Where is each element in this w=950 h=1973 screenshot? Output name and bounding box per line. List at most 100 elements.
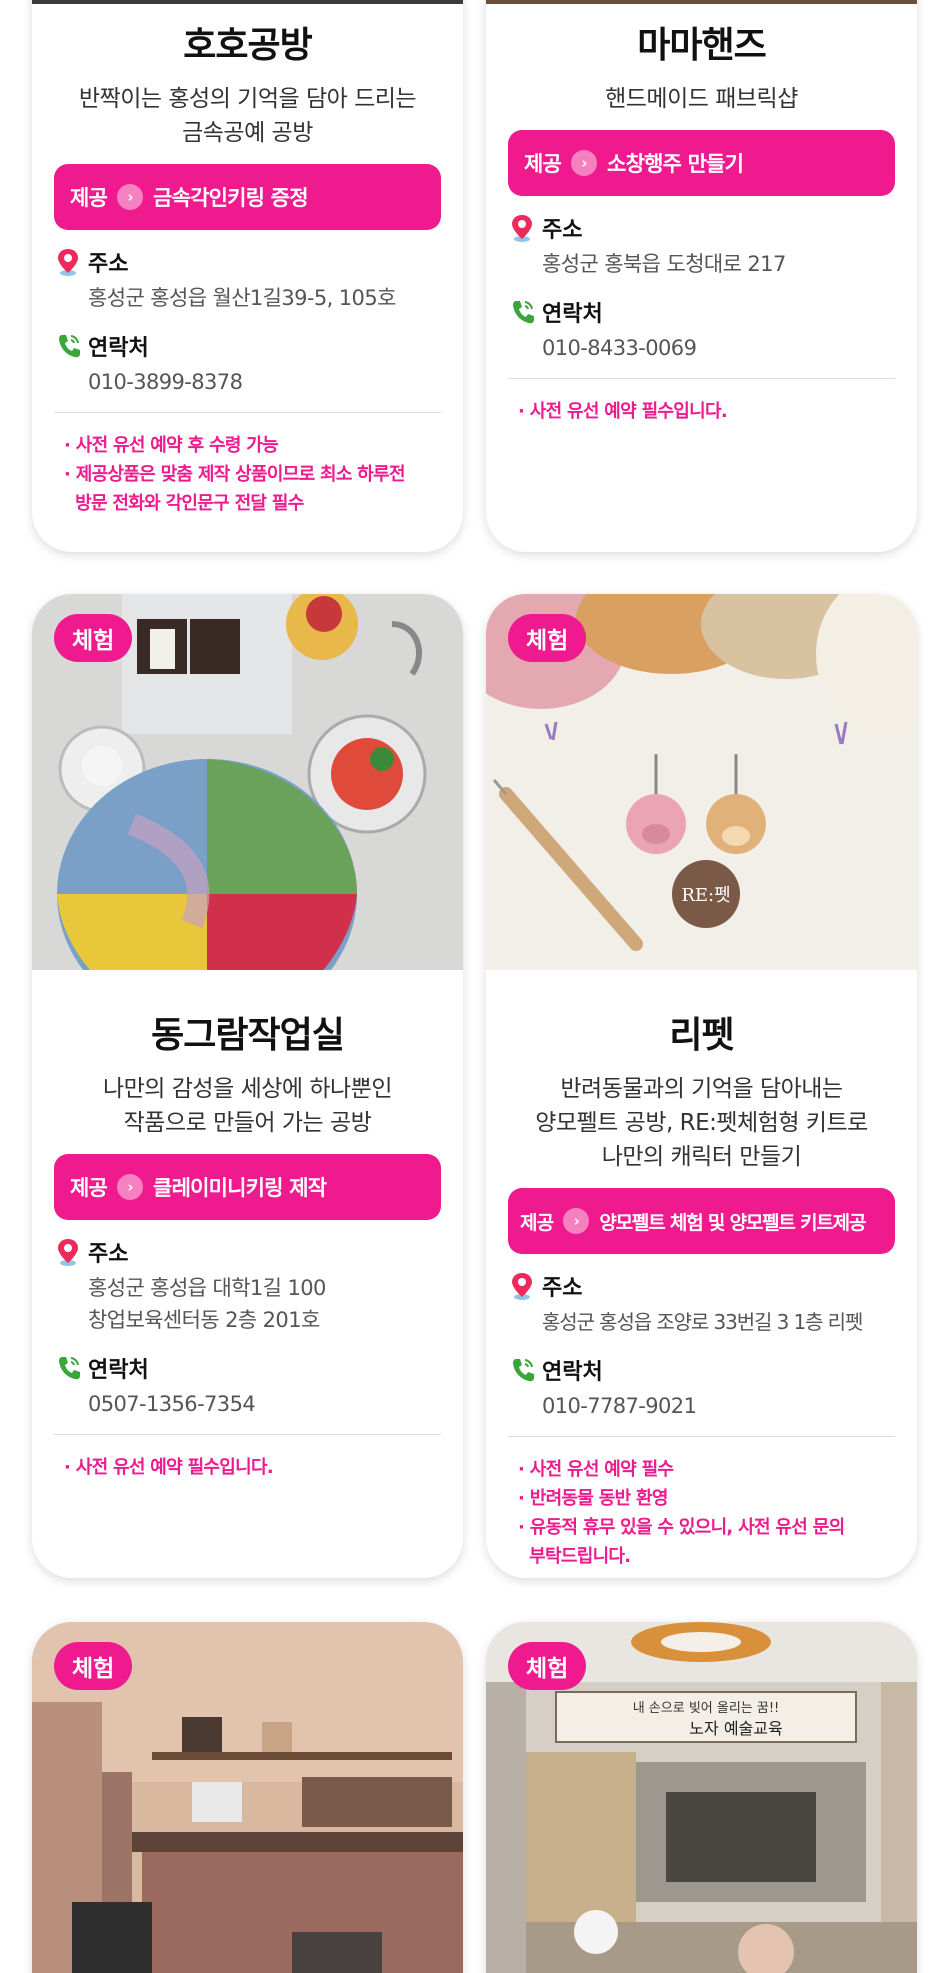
address-section: 주소 홍성군 홍성읍 대학1길 100 창업보육센터동 2층 201호 — [54, 1236, 441, 1336]
shop-title: 호호공방 — [183, 25, 312, 66]
note-item: 부탁드립니다. — [518, 1546, 631, 1567]
divider — [508, 378, 895, 379]
chevron-right-icon: › — [571, 150, 598, 176]
contact-label: 연락처 — [88, 1358, 149, 1383]
contact-value[interactable]: 0507-1356-7354 — [88, 1388, 441, 1420]
location-pin-icon — [512, 215, 532, 242]
shop-description: 핸드메이드 패브릭샵 — [508, 82, 895, 116]
shop-card-repet[interactable]: RE:펫 체험 리펫 반려동물과의 기억을 담아내는 양모펠트 공방, RE:펫… — [486, 594, 917, 1578]
shop-description: 반짝이는 홍성의 기억을 담아 드리는 금속공예 공방 — [54, 82, 441, 150]
contact-section: 연락처 010-8433-0069 — [508, 296, 895, 364]
divider — [508, 1436, 895, 1437]
contact-label: 연락처 — [88, 336, 149, 361]
note-item: · 사전 유선 예약 필수 — [518, 1459, 674, 1480]
offer-banner: 제공 › 금속각인키링 증정 — [54, 164, 441, 230]
shop-photo: 체험 — [32, 594, 463, 970]
phone-icon — [59, 1357, 80, 1380]
banner-text-line: 노자 예술교육 — [689, 1719, 782, 1738]
contact-section: 연락처 010-7787-9021 — [508, 1354, 895, 1422]
chevron-right-icon: › — [117, 1174, 144, 1200]
divider — [54, 1434, 441, 1435]
notes: · 사전 유선 예약 필수입니다. — [508, 397, 895, 426]
offer-text: 소창행주 만들기 — [607, 152, 744, 176]
photo-strip — [32, 0, 463, 4]
address-section: 주소 홍성군 홍성읍 월산1길39-5, 105호 — [54, 246, 441, 314]
shop-card-donggeuram[interactable]: 체험 동그람작업실 나만의 감성을 세상에 하나뿐인 작품으로 만들어 가는 공… — [32, 594, 463, 1578]
desc-line: 핸드메이드 패브릭샵 — [605, 86, 798, 112]
banner-text-line: 내 손으로 빚어 올리는 꿈!! — [633, 1701, 780, 1716]
desc-line: 나만의 캐릭터 만들기 — [601, 1144, 802, 1170]
location-pin-icon — [58, 249, 78, 276]
shop-card-6[interactable]: 내 손으로 빚어 올리는 꿈!! 노자 예술교육 체험 — [486, 1622, 917, 1973]
phone-icon — [59, 335, 80, 358]
note-item: · 반려동물 동반 환영 — [518, 1488, 668, 1509]
shop-photo: RE:펫 체험 — [486, 594, 917, 970]
offer-label: 제공 — [70, 1176, 108, 1200]
contact-value[interactable]: 010-8433-0069 — [542, 332, 895, 364]
note-item: · 사전 유선 예약 필수입니다. — [64, 1457, 274, 1478]
phone-icon — [513, 301, 534, 324]
desc-line: 반짝이는 홍성의 기억을 담아 드리는 — [78, 86, 417, 112]
location-pin-icon — [512, 1273, 532, 1300]
repet-logo-text: RE:펫 — [681, 885, 730, 906]
address-label: 주소 — [542, 1276, 583, 1301]
offer-text: 클레이미니키링 제작 — [153, 1176, 327, 1200]
address-section: 주소 홍성군 홍성읍 조양로 33번길 3 1층 리펫 — [508, 1270, 895, 1338]
contact-label: 연락처 — [542, 302, 603, 327]
shop-card-5[interactable]: 체험 — [32, 1622, 463, 1973]
shop-title: 리펫 — [669, 1015, 734, 1056]
shop-card-mamahands[interactable]: 마마핸즈 핸드메이드 패브릭샵 제공 › 소창행주 만들기 주소 홍성군 홍북읍… — [486, 0, 917, 552]
offer-label: 제공 — [520, 1211, 554, 1234]
shop-photo: 체험 — [32, 1622, 463, 1973]
address-label: 주소 — [88, 252, 129, 277]
notes: · 사전 유선 예약 후 수령 가능 · 제공상품은 맞춤 제작 상품이므로 최… — [54, 431, 441, 518]
experience-tag: 체험 — [508, 1642, 587, 1690]
desc-line: 양모펠트 공방, RE:펫체험형 키트로 — [535, 1110, 868, 1136]
desc-line: 나만의 감성을 세상에 하나뿐인 — [102, 1076, 393, 1102]
address-value: 홍성군 홍성읍 월산1길39-5, 105호 — [88, 286, 396, 310]
note-item: · 유동적 휴무 있을 수 있으니, 사전 유선 문의 — [518, 1517, 845, 1538]
note-item: 방문 전화와 각인문구 전달 필수 — [64, 493, 304, 514]
note-item: · 사전 유선 예약 후 수령 가능 — [64, 435, 279, 456]
address-line: 홍성군 홍성읍 대학1길 100 — [88, 1276, 326, 1300]
note-item: · 사전 유선 예약 필수입니다. — [518, 401, 728, 422]
experience-tag: 체험 — [508, 614, 587, 662]
offer-label: 제공 — [524, 152, 562, 176]
address-value: 홍성군 홍북읍 도청대로 217 — [542, 252, 786, 276]
desc-line: 금속공예 공방 — [182, 120, 313, 146]
offer-label: 제공 — [70, 186, 108, 210]
photo-strip — [486, 0, 917, 4]
experience-tag: 체험 — [54, 614, 133, 662]
offer-text: 금속각인키링 증정 — [153, 186, 308, 210]
offer-banner: 제공 › 양모펠트 체험 및 양모펠트 키트제공 — [508, 1188, 895, 1254]
notes: · 사전 유선 예약 필수입니다. — [54, 1453, 441, 1482]
shop-description: 나만의 감성을 세상에 하나뿐인 작품으로 만들어 가는 공방 — [54, 1072, 441, 1140]
page: 호호공방 반짝이는 홍성의 기억을 담아 드리는 금속공예 공방 제공 › 금속… — [0, 0, 950, 1973]
shop-card-hoho[interactable]: 호호공방 반짝이는 홍성의 기억을 담아 드리는 금속공예 공방 제공 › 금속… — [32, 0, 463, 552]
address-label: 주소 — [542, 218, 583, 243]
phone-icon — [513, 1359, 534, 1382]
notes: · 사전 유선 예약 필수 · 반려동물 동반 환영 · 유동적 휴무 있을 수… — [508, 1455, 895, 1571]
contact-value[interactable]: 010-7787-9021 — [542, 1390, 895, 1422]
address-section: 주소 홍성군 홍북읍 도청대로 217 — [508, 212, 895, 280]
contact-value[interactable]: 010-3899-8378 — [88, 366, 441, 398]
shop-photo: 내 손으로 빚어 올리는 꿈!! 노자 예술교육 체험 — [486, 1622, 917, 1973]
divider — [54, 412, 441, 413]
offer-banner: 제공 › 소창행주 만들기 — [508, 130, 895, 196]
address-value: 홍성군 홍성읍 대학1길 100 창업보육센터동 2층 201호 — [88, 1272, 441, 1336]
experience-tag: 체험 — [54, 1642, 133, 1690]
desc-line: 반려동물과의 기억을 담아내는 — [560, 1076, 843, 1102]
desc-line: 작품으로 만들어 가는 공방 — [123, 1110, 372, 1136]
location-pin-icon — [58, 1239, 78, 1266]
contact-section: 연락처 0507-1356-7354 — [54, 1352, 441, 1420]
chevron-right-icon: › — [563, 1208, 590, 1234]
chevron-right-icon: › — [117, 184, 144, 210]
shop-description: 반려동물과의 기억을 담아내는 양모펠트 공방, RE:펫체험형 키트로 나만의… — [508, 1072, 895, 1174]
shop-title: 마마핸즈 — [637, 25, 766, 66]
address-value: 홍성군 홍성읍 조양로 33번길 3 1층 리펫 — [542, 1310, 863, 1334]
offer-banner: 제공 › 클레이미니키링 제작 — [54, 1154, 441, 1220]
address-line: 창업보육센터동 2층 201호 — [88, 1308, 320, 1332]
note-item: · 제공상품은 맞춤 제작 상품이므로 최소 하루전 — [64, 464, 406, 485]
contact-section: 연락처 010-3899-8378 — [54, 330, 441, 398]
address-label: 주소 — [88, 1242, 129, 1267]
